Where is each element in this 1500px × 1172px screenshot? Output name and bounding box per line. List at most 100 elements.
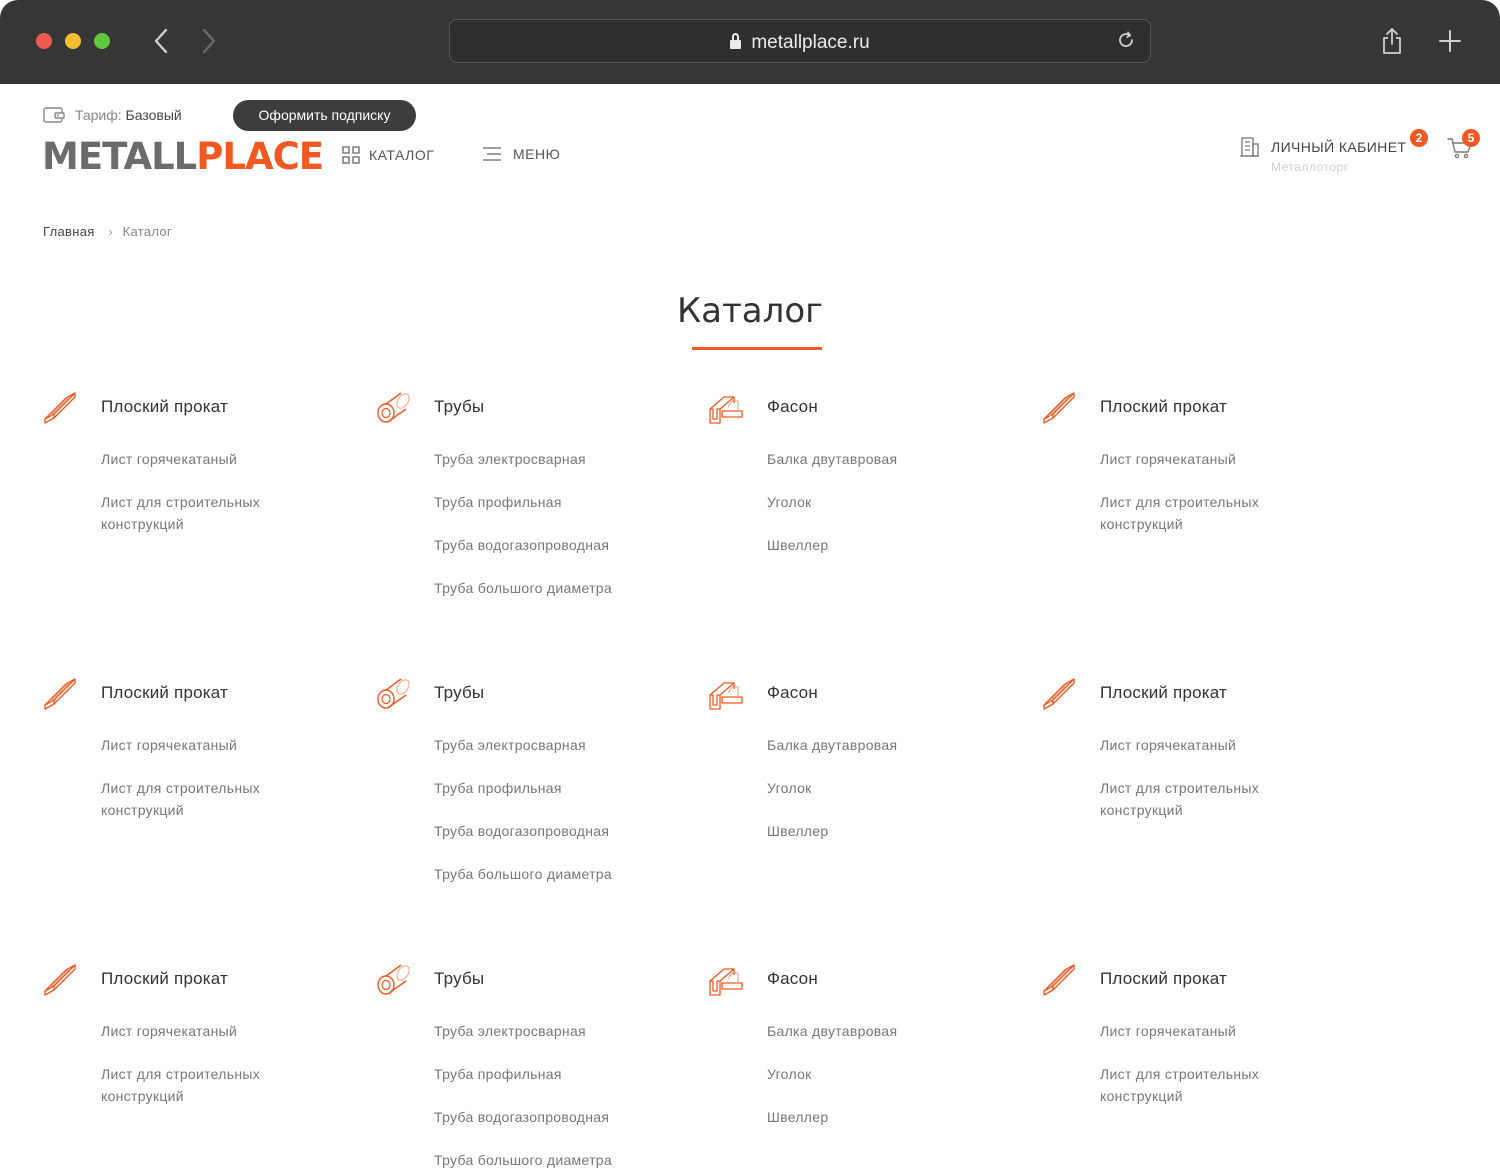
beam-icon (709, 396, 743, 424)
subscribe-button[interactable]: Оформить подписку (233, 100, 416, 131)
hamburger-menu-icon (483, 147, 501, 161)
flat-sheet-icon (44, 964, 76, 996)
subcategory-list: Балка двутавровая Уголок Швеллер (767, 448, 987, 577)
subcategory-link[interactable]: Лист для строительных конструкций (101, 1063, 321, 1107)
category-title[interactable]: Плоский прокат (101, 683, 228, 703)
subcategory-link[interactable]: Уголок (767, 777, 987, 799)
subcategory-list: Балка двутавровая Уголок Швеллер (767, 1020, 987, 1149)
logo-part-place: PLACE (196, 135, 324, 178)
pipe-icon (377, 964, 410, 995)
site-logo[interactable]: METALLPLACE (42, 135, 324, 178)
catalog-nav-button[interactable]: КАТАЛОГ (342, 146, 434, 164)
subcategory-link[interactable]: Лист для строительных конструкций (101, 491, 321, 535)
category-title[interactable]: Трубы (434, 969, 484, 989)
flat-sheet-icon (44, 678, 76, 710)
subcategory-link[interactable]: Швеллер (767, 1106, 987, 1128)
logo-part-metall: METALL (42, 135, 197, 178)
subcategory-link[interactable]: Труба водогазопроводная (434, 1106, 654, 1128)
flat-sheet-icon (44, 392, 76, 424)
lock-icon (730, 33, 742, 49)
grid-icon (342, 146, 360, 164)
flat-sheet-icon (1043, 392, 1075, 424)
subcategory-link[interactable]: Труба электросварная (434, 1020, 654, 1042)
title-underline (692, 347, 822, 350)
maximize-window-button[interactable] (94, 33, 110, 49)
subcategory-list: Лист горячекатаный Лист для строительных… (101, 734, 321, 842)
subcategory-list: Лист горячекатаный Лист для строительных… (1100, 1020, 1320, 1128)
breadcrumb-separator: › (108, 225, 113, 239)
forward-arrow-icon[interactable] (196, 26, 220, 56)
category-title[interactable]: Плоский прокат (101, 397, 228, 417)
subcategory-list: Труба электросварная Труба профильная Тр… (434, 1020, 654, 1172)
subcategory-link[interactable]: Лист для строительных конструкций (1100, 1063, 1320, 1107)
category-title[interactable]: Трубы (434, 683, 484, 703)
subcategory-link[interactable]: Лист горячекатаный (1100, 734, 1320, 756)
category-title[interactable]: Плоский прокат (1100, 683, 1227, 703)
category-title[interactable]: Фасон (767, 683, 818, 703)
subcategory-list: Лист горячекатаный Лист для строительных… (101, 1020, 321, 1128)
tariff-info: Тариф: Базовый (43, 106, 182, 124)
back-arrow-icon[interactable] (150, 26, 174, 56)
subcategory-link[interactable]: Лист горячекатаный (101, 734, 321, 756)
category-title[interactable]: Плоский прокат (1100, 969, 1227, 989)
subcategory-link[interactable]: Лист горячекатаный (1100, 1020, 1320, 1042)
subcategory-link[interactable]: Труба большого диаметра (434, 1149, 654, 1171)
catalog-nav-label: КАТАЛОГ (369, 147, 435, 163)
breadcrumb: Главная › Каталог (43, 224, 172, 239)
pipe-icon (377, 678, 410, 709)
subcategory-list: Труба электросварная Труба профильная Тр… (434, 448, 654, 620)
subcategory-link[interactable]: Труба водогазопроводная (434, 534, 654, 556)
subcategory-link[interactable]: Лист горячекатаный (101, 1020, 321, 1042)
subcategory-link[interactable]: Труба водогазопроводная (434, 820, 654, 842)
address-bar[interactable]: metallplace.ru (449, 19, 1151, 63)
subcategory-link[interactable]: Труба профильная (434, 1063, 654, 1085)
minimize-window-button[interactable] (65, 33, 81, 49)
subcategory-list: Лист горячекатаный Лист для строительных… (1100, 448, 1320, 556)
subcategory-link[interactable]: Лист для строительных конструкций (1100, 491, 1320, 535)
flat-sheet-icon (1043, 964, 1075, 996)
browser-toolbar: metallplace.ru (0, 0, 1500, 84)
subcategory-link[interactable]: Швеллер (767, 820, 987, 842)
beam-icon (709, 682, 743, 710)
subcategory-link[interactable]: Труба большого диаметра (434, 863, 654, 885)
subcategory-link[interactable]: Швеллер (767, 534, 987, 556)
close-window-button[interactable] (36, 33, 52, 49)
subcategory-link[interactable]: Уголок (767, 491, 987, 513)
subcategory-link[interactable]: Балка двутавровая (767, 734, 987, 756)
subcategory-link[interactable]: Лист горячекатаный (101, 448, 321, 470)
breadcrumb-home-link[interactable]: Главная (43, 224, 95, 239)
subcategory-link[interactable]: Труба профильная (434, 777, 654, 799)
category-title[interactable]: Плоский прокат (1100, 397, 1227, 417)
subcategory-link[interactable]: Труба большого диаметра (434, 577, 654, 599)
subcategory-link[interactable]: Труба электросварная (434, 734, 654, 756)
wallet-icon (43, 107, 65, 123)
tariff-label: Тариф: (74, 107, 122, 123)
category-title[interactable]: Фасон (767, 397, 818, 417)
subcategory-link[interactable]: Труба профильная (434, 491, 654, 513)
category-title[interactable]: Плоский прокат (101, 969, 228, 989)
subcategory-list: Балка двутавровая Уголок Швеллер (767, 734, 987, 863)
subcategory-link[interactable]: Лист для строительных конструкций (1100, 777, 1320, 821)
breadcrumb-current: Каталог (122, 224, 172, 239)
category-title[interactable]: Трубы (434, 397, 484, 417)
new-tab-plus-icon[interactable] (1437, 28, 1463, 54)
subcategory-list: Лист горячекатаный Лист для строительных… (101, 448, 321, 556)
flat-sheet-icon (1043, 678, 1075, 710)
subcategory-link[interactable]: Уголок (767, 1063, 987, 1085)
building-icon (1240, 137, 1259, 157)
subcategory-link[interactable]: Лист для строительных конструкций (101, 777, 321, 821)
url-text: metallplace.ru (751, 32, 870, 53)
subcategory-link[interactable]: Балка двутавровая (767, 1020, 987, 1042)
cabinet-notification-badge: 2 (1410, 129, 1428, 147)
menu-nav-button[interactable]: МЕНЮ (483, 146, 560, 162)
subcategory-link[interactable]: Балка двутавровая (767, 448, 987, 470)
page-title: Каталог (676, 291, 823, 331)
reload-icon[interactable] (1116, 30, 1136, 50)
subcategory-link[interactable]: Труба электросварная (434, 448, 654, 470)
cart-count-badge: 5 (1462, 129, 1480, 147)
share-icon[interactable] (1380, 26, 1404, 56)
pipe-icon (377, 392, 410, 423)
category-title[interactable]: Фасон (767, 969, 818, 989)
subcategory-link[interactable]: Лист горячекатаный (1100, 448, 1320, 470)
subcategory-list: Лист горячекатаный Лист для строительных… (1100, 734, 1320, 842)
